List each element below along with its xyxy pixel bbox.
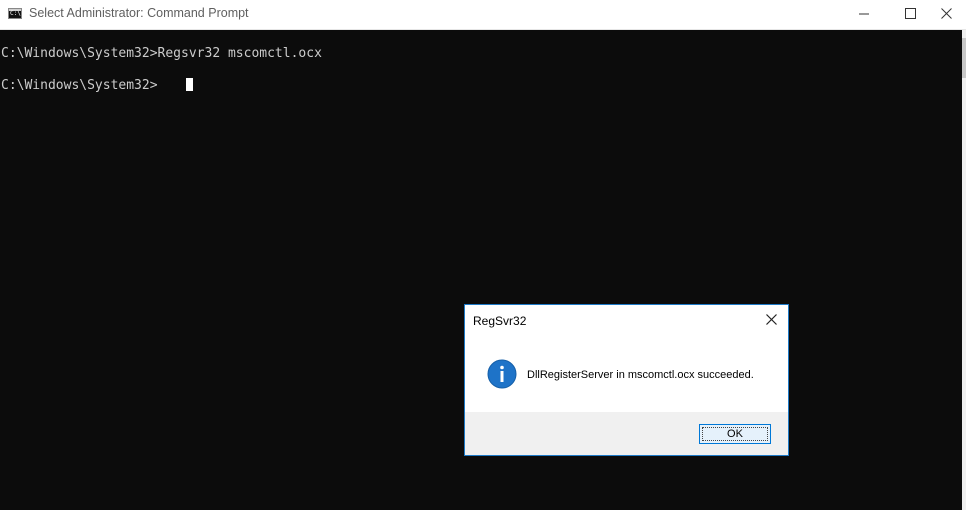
minimize-icon (859, 13, 869, 15)
regsvr32-dialog: RegSvr32 DllRegisterServer in mscomctl.o… (464, 304, 789, 456)
console-prompt-line: C:\Windows\System32> (1, 78, 193, 94)
maximize-button[interactable] (887, 0, 933, 29)
console-prompt: C:\Windows\System32> (1, 78, 158, 93)
dialog-footer: OK (465, 412, 788, 455)
vertical-scrollbar[interactable] (962, 30, 966, 510)
close-icon (941, 8, 952, 19)
dialog-close-button[interactable] (761, 309, 783, 331)
command-prompt-window: Select Administrator: Command Prompt C:\… (0, 0, 966, 510)
close-button[interactable] (933, 0, 966, 29)
text-cursor (185, 78, 193, 91)
minimize-button[interactable] (841, 0, 887, 29)
title-bar[interactable]: Select Administrator: Command Prompt (0, 0, 966, 30)
window-title: Select Administrator: Command Prompt (29, 6, 249, 20)
information-icon (487, 359, 517, 389)
dialog-title: RegSvr32 (473, 314, 527, 328)
maximize-icon (905, 8, 916, 19)
command-prompt-icon[interactable] (8, 8, 22, 19)
dialog-message: DllRegisterServer in mscomctl.ocx succee… (527, 369, 754, 381)
console-line: C:\Windows\System32>Regsvr32 mscomctl.oc… (1, 46, 322, 61)
scrollbar-thumb[interactable] (962, 38, 966, 78)
ok-button[interactable]: OK (699, 424, 771, 444)
close-icon (766, 314, 777, 325)
